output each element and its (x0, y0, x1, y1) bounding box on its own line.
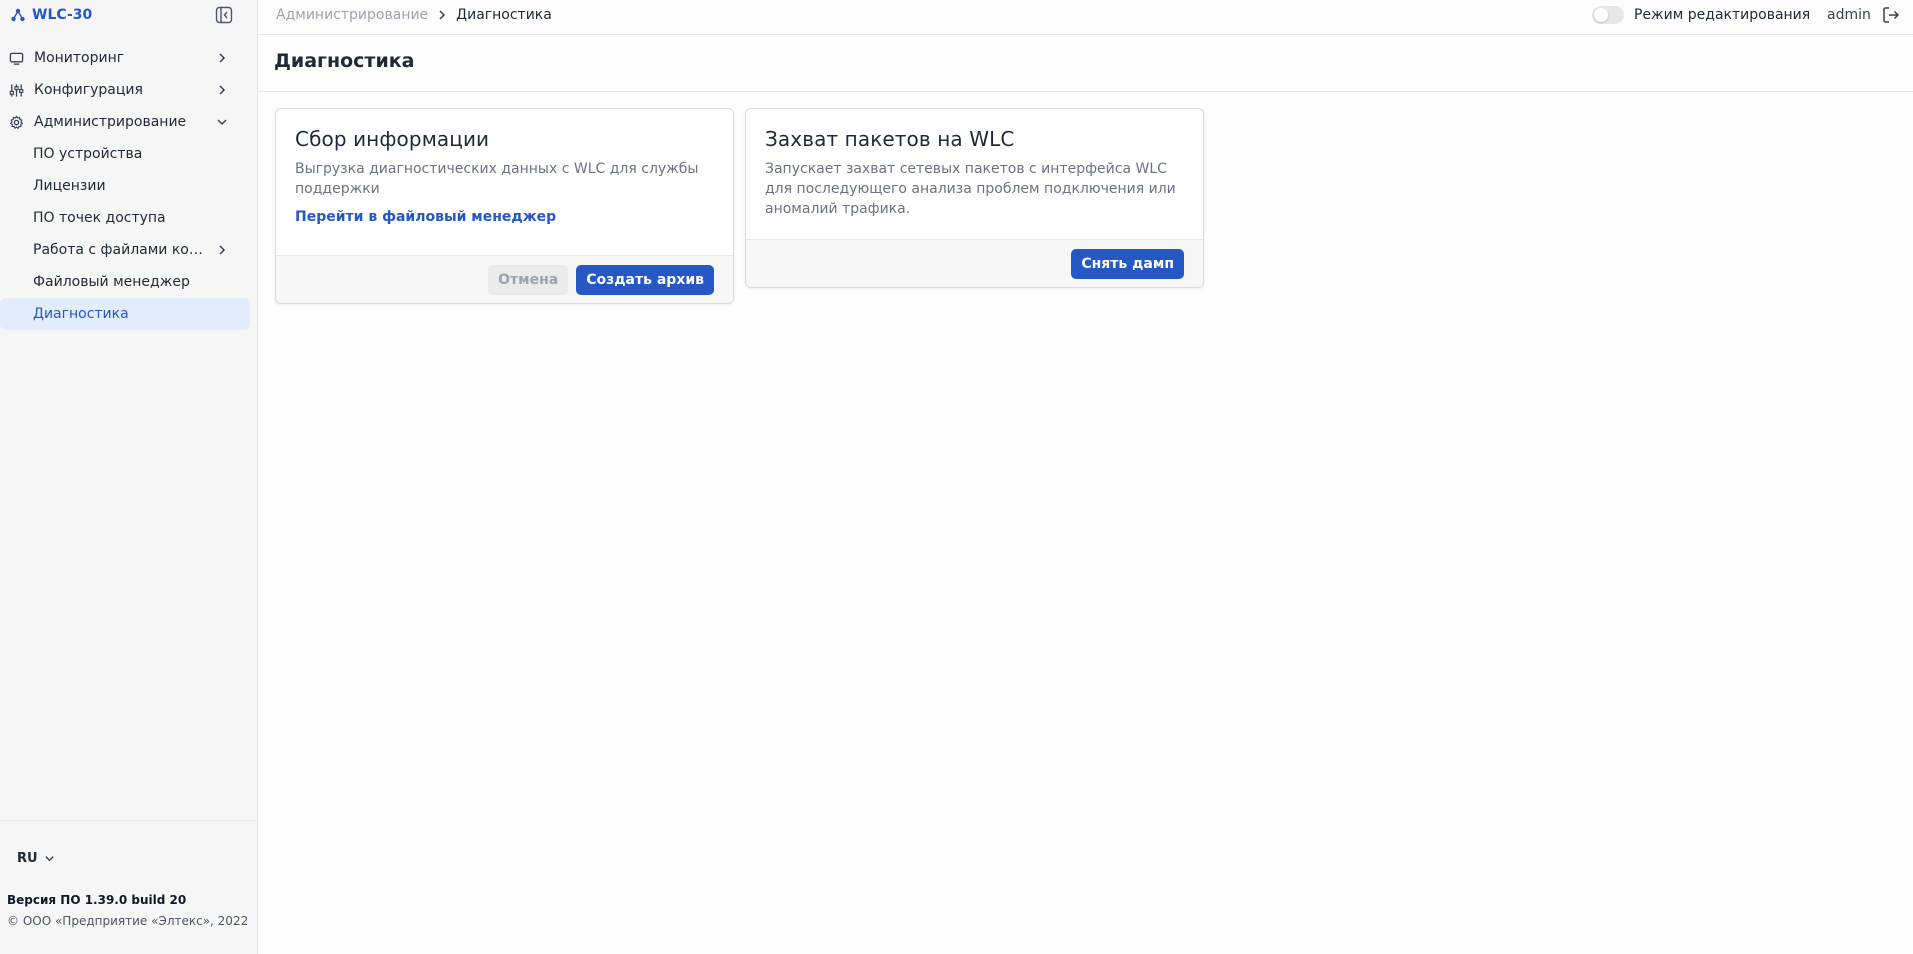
sidebar-item-config-files[interactable]: Работа с файлами конф... (0, 234, 250, 266)
cancel-button[interactable]: Отмена (488, 264, 569, 295)
card-description: Запускает захват сетевых пакетов с интер… (765, 161, 1176, 217)
sidebar-collapse-icon (215, 6, 233, 24)
sidebar-item-label: Диагностика (33, 306, 129, 322)
file-manager-link[interactable]: Перейти в файловый менеджер (295, 209, 556, 225)
packet-capture-card: Захват пакетов на WLC Запускает захват с… (745, 108, 1204, 288)
card-title: Сбор информации (295, 127, 490, 151)
chevron-right-icon (214, 50, 230, 66)
app-name: WLC-30 (32, 7, 93, 23)
sliders-icon (8, 82, 24, 98)
sidebar-item-label: ПО устройства (33, 146, 143, 162)
chevron-right-icon (214, 242, 230, 258)
sidebar-item-label: Работа с файлами конф... (33, 242, 208, 258)
card-description: Выгрузка диагностических данных с WLC дл… (295, 161, 699, 197)
gear-icon (8, 114, 24, 130)
language-value: RU (17, 851, 38, 866)
sidebar: WLC-30 Мониторинг Конфигурация Администр… (0, 0, 258, 954)
topbar: Администрирование Диагностика Режим реда… (258, 0, 1913, 35)
sidebar-item-label: Мониторинг (34, 50, 125, 66)
breadcrumb-parent[interactable]: Администрирование (276, 7, 428, 23)
sidebar-item-file-manager[interactable]: Файловый менеджер (0, 266, 250, 298)
sidebar-item-label: Лицензии (33, 178, 106, 194)
info-collection-card: Сбор информации Выгрузка диагностических… (275, 108, 734, 304)
sidebar-item-ap-firmware[interactable]: ПО точек доступа (0, 202, 250, 234)
collapse-sidebar-button[interactable] (214, 5, 234, 25)
card-footer: Отмена Создать архив (276, 255, 733, 303)
sidebar-item-configuration[interactable]: Конфигурация (0, 74, 250, 106)
user-area: admin (1827, 5, 1901, 25)
sidebar-footer: RU Версия ПО 1.39.0 build 20 © ООО «Пред… (0, 820, 258, 954)
brand[interactable]: WLC-30 (10, 4, 92, 26)
create-archive-button[interactable]: Создать архив (576, 264, 714, 295)
card-footer: Снять дамп (746, 239, 1203, 287)
sidebar-item-label: ПО точек доступа (33, 210, 166, 226)
take-dump-button[interactable]: Снять дамп (1071, 248, 1184, 279)
sidebar-item-diagnostics[interactable]: Диагностика (0, 298, 250, 330)
app-logo-icon (11, 8, 25, 22)
sidebar-item-label: Администрирование (34, 114, 187, 130)
edit-mode-switch[interactable] (1592, 6, 1624, 24)
software-version: Версия ПО 1.39.0 build 20 (7, 893, 187, 907)
chevron-right-icon (439, 10, 446, 20)
sidebar-item-label: Файловый менеджер (33, 274, 190, 290)
language-select[interactable]: RU (17, 851, 55, 866)
breadcrumb: Администрирование Диагностика (276, 0, 552, 30)
copyright: © ООО «Предприятие «Элтекс», 2022 (7, 914, 249, 928)
card-title: Захват пакетов на WLC (765, 127, 1015, 151)
sidebar-nav: Мониторинг Конфигурация Администрировани… (0, 42, 258, 330)
page-header: Диагностика (258, 35, 1913, 92)
chevron-right-icon (214, 82, 230, 98)
username: admin (1827, 7, 1871, 23)
monitor-icon (8, 50, 24, 66)
sidebar-item-device-firmware[interactable]: ПО устройства (0, 138, 250, 170)
edit-mode-toggle[interactable]: Режим редактирования (1592, 5, 1810, 25)
sidebar-item-monitoring[interactable]: Мониторинг (0, 42, 250, 74)
sidebar-item-label: Конфигурация (34, 82, 143, 98)
edit-mode-label: Режим редактирования (1634, 7, 1811, 23)
logout-icon[interactable] (1881, 5, 1901, 25)
chevron-down-icon (44, 856, 54, 862)
sidebar-item-licenses[interactable]: Лицензии (0, 170, 250, 202)
sidebar-item-administration[interactable]: Администрирование (0, 106, 250, 138)
breadcrumb-current: Диагностика (456, 7, 552, 23)
chevron-down-icon (214, 114, 230, 130)
page-title: Диагностика (274, 50, 415, 72)
